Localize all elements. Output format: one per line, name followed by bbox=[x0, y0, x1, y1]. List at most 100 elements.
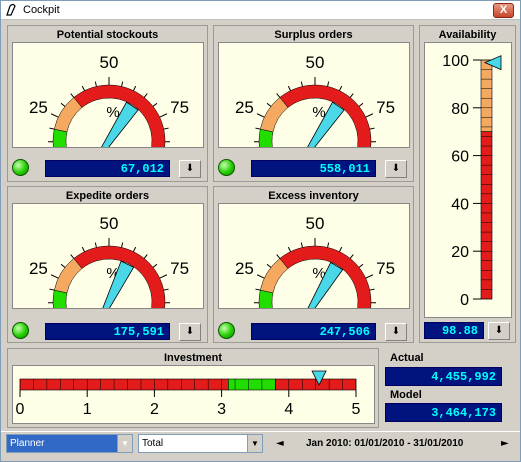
gauge-title: Excess inventory bbox=[268, 190, 359, 202]
gauge-tick-label: 75 bbox=[170, 259, 189, 278]
model-value: 3,464,173 bbox=[385, 403, 502, 422]
dial-gauge: 0255075100% bbox=[235, 53, 395, 200]
gauge-title: Potential stockouts bbox=[56, 29, 159, 41]
gauge-tick bbox=[70, 254, 75, 259]
gauge-tick bbox=[369, 288, 375, 291]
gauge-tick-label: 50 bbox=[306, 53, 325, 72]
gauge-tick bbox=[49, 288, 55, 291]
gauge-tick bbox=[70, 93, 75, 98]
gauge-tick bbox=[133, 246, 137, 252]
gauge-tick bbox=[163, 288, 169, 291]
next-period-arrow-icon[interactable]: ► bbox=[501, 438, 509, 449]
investment-face: 0 1 2 3 4 5 bbox=[12, 365, 375, 424]
dial-gauge: 0255075100% bbox=[29, 214, 189, 361]
planner-select-value: Planner bbox=[10, 438, 45, 449]
status-led bbox=[218, 159, 235, 176]
prev-period-arrow-icon[interactable]: ◄ bbox=[276, 438, 284, 449]
gauge-tick-label: 25 bbox=[235, 98, 254, 117]
gauge-tick bbox=[327, 242, 330, 248]
download-icon: ⬇ bbox=[391, 326, 401, 337]
gauge-tick bbox=[287, 246, 291, 252]
gauge-tick bbox=[50, 113, 59, 118]
gauge-tick bbox=[349, 93, 354, 98]
investment-tick-label: 0 bbox=[16, 401, 25, 418]
chevron-down-icon[interactable]: ▼ bbox=[117, 435, 132, 452]
gauge-face: 0255075100% bbox=[218, 203, 410, 361]
chevron-down-icon[interactable]: ▼ bbox=[247, 435, 262, 452]
close-button[interactable]: X bbox=[493, 3, 514, 18]
gauge-tick bbox=[266, 263, 272, 268]
availability-face: 100 80 60 40 20 0 bbox=[424, 42, 512, 318]
availability-band-orange bbox=[480, 59, 493, 132]
gauge-tick bbox=[49, 127, 55, 130]
investment-band-green bbox=[228, 378, 276, 391]
availability-tick-label: 60 bbox=[451, 149, 469, 166]
gauge-title: Expedite orders bbox=[65, 190, 150, 202]
period-label: Jan 2010: 01/01/2010 - 31/01/2010 bbox=[306, 438, 464, 449]
gauge-tick bbox=[276, 93, 281, 98]
gauge-tick-label: 75 bbox=[376, 259, 395, 278]
gauge-face: 0255075100% bbox=[12, 42, 204, 200]
gauge-tick-label: 25 bbox=[235, 259, 254, 278]
investment-tick-label: 3 bbox=[217, 401, 226, 418]
gauge-tick bbox=[94, 81, 97, 87]
model-label: Model bbox=[390, 389, 422, 401]
status-led bbox=[12, 322, 29, 339]
gauge-panel-expedite-orders: Expedite orders 0255075100% 175,591 ⬇ bbox=[7, 186, 208, 361]
gauge-tick bbox=[133, 85, 137, 91]
availability-tick-label: 20 bbox=[451, 244, 469, 261]
availability-value: 98.88 bbox=[424, 322, 484, 339]
status-led bbox=[12, 159, 29, 176]
gauge-tick bbox=[159, 113, 168, 118]
gauge-tick-label: 25 bbox=[29, 259, 48, 278]
availability-panel: Availability 100 80 60 40 20 0 98.88 ⬇ bbox=[419, 25, 516, 343]
gauge-tick bbox=[159, 274, 168, 279]
dial-gauge: 0255075100% bbox=[235, 214, 395, 361]
gauge-tick bbox=[276, 254, 281, 259]
gauge-tick-label: 50 bbox=[100, 214, 119, 233]
gauge-tick bbox=[358, 263, 364, 268]
availability-tick-label: 0 bbox=[460, 292, 469, 309]
gauge-value: 247,506 bbox=[251, 323, 376, 340]
gauge-panel-excess-inventory: Excess inventory 0255075100% 247,506 ⬇ bbox=[213, 186, 414, 361]
gauge-tick bbox=[266, 102, 272, 107]
gauge-band-green bbox=[52, 289, 77, 339]
download-icon: ⬇ bbox=[494, 325, 504, 336]
footer-divider bbox=[1, 431, 520, 432]
planner-select[interactable]: Planner ▼ bbox=[6, 434, 133, 453]
download-button[interactable]: ⬇ bbox=[385, 323, 407, 341]
gauge-tick bbox=[143, 254, 148, 259]
window-title: Cockpit bbox=[23, 4, 60, 16]
cockpit-window: Cockpit X Potential stockouts 0255075100… bbox=[0, 0, 521, 462]
download-icon: ⬇ bbox=[185, 326, 195, 337]
actual-label: Actual bbox=[390, 352, 424, 364]
gauge-tick-label: 50 bbox=[306, 214, 325, 233]
download-button[interactable]: ⬇ bbox=[179, 160, 201, 178]
dial-gauge: 0255075100% bbox=[29, 53, 189, 200]
gauge-tick-label: 25 bbox=[29, 98, 48, 117]
investment-tick-label: 1 bbox=[83, 401, 92, 418]
gauge-tick bbox=[300, 242, 303, 248]
gauge-title: Surplus orders bbox=[274, 29, 353, 41]
gauge-band-green bbox=[52, 128, 77, 178]
gauge-tick bbox=[349, 254, 354, 259]
availability-bar-gauge: 100 80 60 40 20 0 bbox=[442, 53, 502, 309]
gauge-tick bbox=[121, 81, 124, 87]
gauge-tick bbox=[143, 93, 148, 98]
gauge-tick bbox=[287, 85, 291, 91]
download-button[interactable]: ⬇ bbox=[385, 160, 407, 178]
gauge-tick bbox=[369, 127, 375, 130]
download-button[interactable]: ⬇ bbox=[488, 322, 510, 340]
gauge-tick-label: 75 bbox=[376, 98, 395, 117]
availability-title: Availability bbox=[438, 29, 497, 41]
availability-tick-label: 80 bbox=[451, 101, 469, 118]
investment-band-red bbox=[19, 378, 229, 391]
total-select[interactable]: Total ▼ bbox=[138, 434, 263, 453]
gauge-tick bbox=[256, 274, 265, 279]
investment-title: Investment bbox=[163, 352, 223, 364]
download-icon: ⬇ bbox=[391, 163, 401, 174]
investment-tick-label: 5 bbox=[352, 401, 361, 418]
gauge-tick bbox=[163, 127, 169, 130]
download-button[interactable]: ⬇ bbox=[179, 323, 201, 341]
availability-tick-label: 40 bbox=[451, 196, 469, 213]
